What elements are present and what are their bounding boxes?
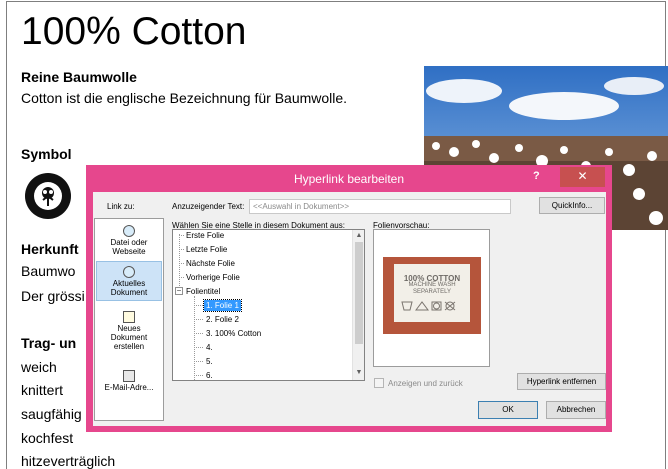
preview-image: 100% COTTON MACHINE WASH SEPARATELY — [383, 257, 481, 334]
email-icon — [123, 370, 135, 382]
property-item[interactable]: weich — [21, 359, 57, 375]
preview-care-label: 100% COTTON MACHINE WASH SEPARATELY — [394, 264, 470, 322]
tree-line — [194, 375, 203, 376]
tree-item-previous-slide[interactable]: Vorherige Folie — [186, 272, 240, 283]
linkbar-label: Dokument — [110, 333, 148, 342]
tree-scrollbar[interactable]: ▲ ▼ — [352, 230, 364, 380]
display-text-label: Anzuzeigender Text: — [172, 202, 245, 211]
tree-line — [179, 277, 184, 278]
tree-line — [194, 361, 203, 362]
tree-item-slide-titles[interactable]: Folientitel — [186, 286, 220, 297]
preview-text: 100% COTTON — [403, 274, 461, 283]
property-item[interactable]: saugfähig — [21, 406, 82, 422]
current-document-icon — [123, 266, 135, 278]
show-and-return-label: Anzeigen und zurück — [388, 379, 463, 388]
property-item[interactable]: kochfest — [21, 430, 73, 446]
tree-item-slide-2[interactable]: 2. Folie 2 — [206, 314, 239, 325]
collapse-toggle-icon[interactable]: − — [175, 287, 183, 295]
property-item[interactable]: hitzeverträglich — [21, 453, 115, 469]
body-line-herkunft-2[interactable]: Der grössi — [21, 288, 85, 304]
edit-hyperlink-dialog: Hyperlink bearbeiten ? ✕ Link zu: Anzuze… — [86, 165, 612, 432]
body-line-cotton[interactable]: Cotton ist die englische Bezeichnung für… — [21, 90, 347, 106]
tree-line — [194, 333, 203, 334]
tree-item-next-slide[interactable]: Nächste Folie — [186, 258, 235, 269]
linkbar-label: Dokument — [110, 288, 148, 297]
tree-item-last-slide[interactable]: Letzte Folie — [186, 244, 227, 255]
preview-text: MACHINE WASH — [408, 282, 456, 288]
tree-line — [194, 319, 203, 320]
property-item[interactable]: knittert — [21, 382, 63, 398]
slide-title[interactable]: 100% Cotton — [21, 10, 247, 54]
cancel-button[interactable]: Abbrechen — [546, 401, 606, 419]
linkbar-new-document[interactable]: Neues Dokument erstellen — [96, 311, 162, 351]
tree-line — [194, 305, 203, 306]
tree-line — [179, 234, 180, 294]
ok-button[interactable]: OK — [478, 401, 538, 419]
linkbar-email[interactable]: E-Mail-Adre... — [96, 370, 162, 400]
scroll-up-icon[interactable]: ▲ — [354, 231, 364, 241]
tree-item-slide-1[interactable]: 1. Folie 1 — [203, 299, 242, 312]
tree-item-first-slide[interactable]: Erste Folie — [186, 230, 224, 241]
scroll-thumb[interactable] — [355, 242, 363, 344]
tree-line — [179, 263, 184, 264]
heading-reine-baumwolle[interactable]: Reine Baumwolle — [21, 69, 137, 85]
linkbar-current-document[interactable]: Aktuelles Dokument — [96, 261, 162, 301]
tree-item-slide-3[interactable]: 3. 100% Cotton — [206, 328, 261, 339]
linkbar-label: Aktuelles — [112, 279, 146, 288]
new-document-icon — [123, 311, 135, 323]
file-web-icon — [123, 225, 135, 237]
heading-symbol[interactable]: Symbol — [21, 146, 72, 162]
heading-herkunft[interactable]: Herkunft — [21, 241, 79, 257]
tree-line — [179, 249, 184, 250]
linkbar-label: E-Mail-Adre... — [104, 383, 154, 392]
linkbar-label: erstellen — [113, 342, 145, 351]
document-place-tree[interactable]: Erste Folie Letzte Folie Nächste Folie V… — [172, 229, 365, 381]
preview-text: SEPARATELY — [412, 289, 451, 295]
tree-line — [194, 347, 203, 348]
dialog-titlebar[interactable]: Hyperlink bearbeiten ? ✕ — [86, 165, 612, 192]
show-and-return-checkbox[interactable] — [374, 378, 384, 388]
slide-preview: 100% COTTON MACHINE WASH SEPARATELY — [373, 229, 490, 367]
tree-item-slide-6[interactable]: 6. — [206, 370, 213, 380]
tree-line — [194, 296, 195, 380]
link-to-label: Link zu: — [107, 202, 135, 211]
body-line-herkunft-1[interactable]: Baumwo — [21, 263, 75, 279]
help-icon[interactable]: ? — [533, 170, 540, 182]
linkbar-label: Webseite — [112, 247, 146, 256]
link-to-bar: Datei oder Webseite Aktuelles Dokument N… — [94, 218, 164, 421]
scroll-down-icon[interactable]: ▼ — [354, 368, 364, 378]
remove-hyperlink-button[interactable]: Hyperlink entfernen — [517, 373, 606, 390]
linkbar-file-web[interactable]: Datei oder Webseite — [96, 225, 162, 257]
close-button[interactable]: ✕ — [560, 167, 605, 187]
dialog-content: Link zu: Anzuzeigender Text: <<Auswahl i… — [93, 192, 606, 426]
linkbar-label: Neues — [117, 324, 141, 333]
tree-item-slide-4[interactable]: 4. — [206, 342, 213, 353]
tree-line — [179, 235, 184, 236]
tree-item-slide-5[interactable]: 5. — [206, 356, 213, 367]
display-text-input[interactable]: <<Auswahl in Dokument>> — [249, 199, 511, 214]
linkbar-label: Datei oder — [110, 238, 148, 247]
quickinfo-button[interactable]: QuickInfo... — [539, 197, 605, 214]
cotton-symbol-icon — [25, 173, 71, 219]
heading-trag[interactable]: Trag- un — [21, 335, 76, 351]
